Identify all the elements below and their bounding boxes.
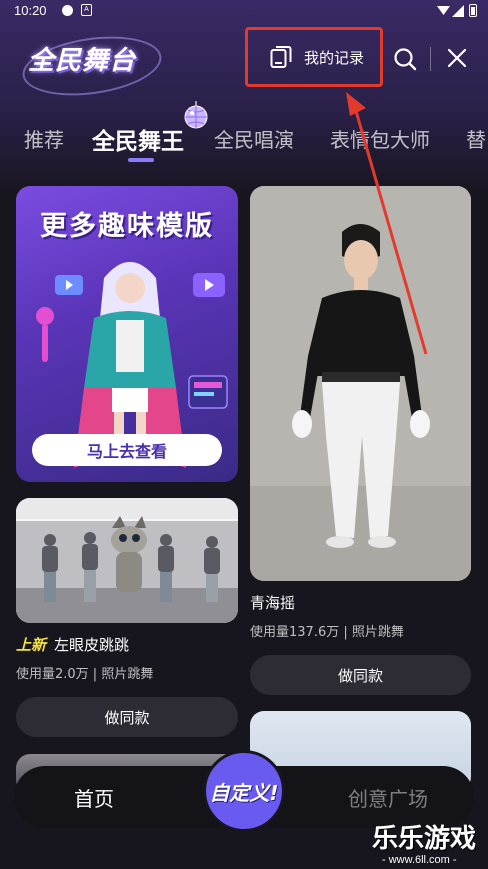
records-icon bbox=[270, 45, 292, 69]
signal-icon bbox=[452, 5, 464, 17]
template-thumbnail-dance-group[interactable] bbox=[16, 498, 238, 623]
nav-custom-button[interactable]: 自定义! bbox=[203, 750, 285, 832]
make-same-button[interactable]: 做同款 bbox=[16, 697, 238, 737]
man-dancer-image bbox=[250, 186, 471, 581]
nav-home[interactable]: 首页 bbox=[74, 783, 114, 812]
item-title-row: 上新 左眼皮跳跳 bbox=[16, 634, 129, 655]
tab-active-indicator bbox=[128, 158, 154, 162]
notification-dot-icon bbox=[62, 5, 73, 16]
header-background bbox=[0, 0, 488, 200]
nav-custom-label: 自定义! bbox=[209, 780, 279, 805]
watermark-url: - www.6ll.com - bbox=[382, 854, 457, 866]
nav-creative-plaza[interactable]: 创意广场 bbox=[348, 783, 428, 812]
wifi-icon bbox=[437, 6, 450, 15]
battery-icon bbox=[469, 4, 477, 17]
tab-dance-king[interactable]: 全民舞王 bbox=[92, 122, 184, 156]
microphone-icon bbox=[36, 307, 54, 362]
status-time: 10:20 bbox=[14, 3, 47, 18]
category-tabs: 推荐 全民舞王 全民唱演 表情包大师 替 bbox=[0, 116, 488, 166]
watermark: 乐乐游戏 - www.6ll.com - bbox=[372, 818, 488, 869]
tab-meme-master[interactable]: 表情包大师 bbox=[330, 124, 430, 153]
item-title: 左眼皮跳跳 bbox=[54, 636, 130, 654]
header-divider bbox=[430, 47, 431, 71]
item-meta: 使用量137.6万 | 照片跳舞 bbox=[250, 625, 404, 640]
close-icon[interactable] bbox=[446, 47, 468, 69]
screen-panel-icon bbox=[188, 375, 228, 409]
dance-group-image bbox=[16, 498, 238, 623]
item-meta: 使用量2.0万 | 照片跳舞 bbox=[16, 667, 154, 682]
search-icon[interactable] bbox=[393, 47, 417, 71]
promo-title: 更多趣味模版 bbox=[40, 211, 214, 242]
app-logo: 全民舞台 bbox=[28, 46, 137, 76]
tab-more[interactable]: 替 bbox=[466, 124, 486, 153]
video-card-icon bbox=[193, 273, 225, 297]
status-bar: 10:20 A bbox=[0, 0, 488, 22]
my-records-label: 我的记录 bbox=[304, 48, 365, 67]
promo-banner-card[interactable]: 更多趣味模版 马上去查看 bbox=[16, 186, 238, 482]
notification-badge-icon: A bbox=[81, 4, 92, 16]
promo-cta-button[interactable]: 马上去查看 bbox=[32, 434, 222, 466]
make-same-button[interactable]: 做同款 bbox=[250, 655, 471, 695]
my-records-button[interactable]: 我的记录 bbox=[245, 27, 383, 87]
template-thumbnail-man[interactable] bbox=[250, 186, 471, 581]
tab-singing[interactable]: 全民唱演 bbox=[214, 124, 294, 153]
item-title: 青海摇 bbox=[250, 594, 296, 612]
tab-recommend[interactable]: 推荐 bbox=[24, 124, 64, 153]
new-badge: 上新 bbox=[16, 636, 47, 654]
watermark-title: 乐乐游戏 bbox=[372, 824, 477, 854]
disco-ball-icon bbox=[184, 101, 208, 129]
